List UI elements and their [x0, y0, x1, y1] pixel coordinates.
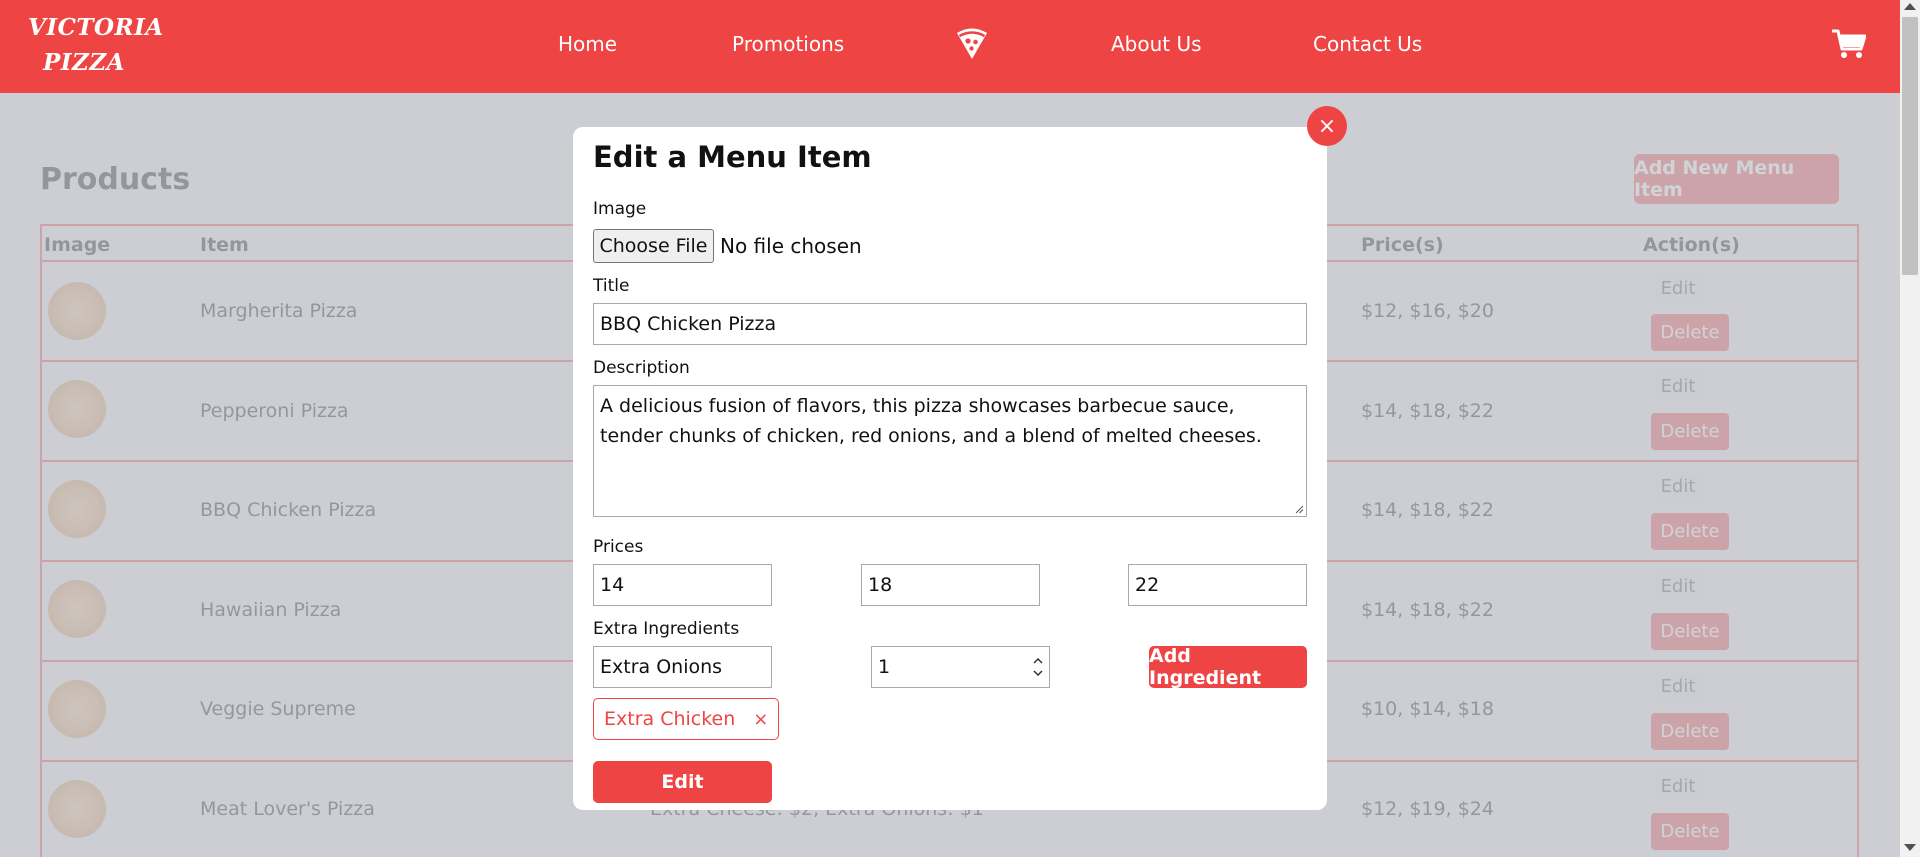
resize-grip-icon[interactable]: [1294, 504, 1304, 514]
nav-link-contact-us[interactable]: Contact Us: [1313, 31, 1422, 57]
extra-ingredient-price-input[interactable]: 1: [871, 646, 1050, 688]
description-textarea[interactable]: A delicious fusion of flavors, this pizz…: [593, 385, 1307, 517]
price-small-input[interactable]: 14: [593, 564, 772, 606]
pizza-slice-icon: [957, 28, 987, 59]
prices-label: Prices: [593, 537, 644, 557]
add-ingredient-button[interactable]: Add Ingredient: [1149, 645, 1307, 689]
logo-line-2: PIZZA: [43, 49, 125, 76]
price-large-input[interactable]: 22: [1128, 564, 1307, 606]
extra-ingredients-label: Extra Ingredients: [593, 619, 740, 639]
edit-menu-item-modal: Edit a Menu Item Image Choose File No fi…: [573, 127, 1327, 810]
image-label: Image: [593, 199, 647, 219]
title-input[interactable]: BBQ Chicken Pizza: [593, 303, 1307, 345]
nav-link-home[interactable]: Home: [558, 31, 617, 57]
description-label: Description: [593, 358, 690, 378]
chip-label: Extra Chicken: [604, 708, 736, 730]
navbar: VICTORIA PIZZA Home Promotions About Us …: [0, 0, 1900, 93]
choose-file-button[interactable]: Choose File: [593, 229, 714, 263]
submit-edit-button[interactable]: Edit: [593, 761, 772, 803]
file-status: No file chosen: [720, 234, 862, 258]
spin-down-icon[interactable]: [1033, 670, 1043, 676]
extra-price-value: 1: [878, 656, 891, 678]
description-text: A delicious fusion of flavors, this pizz…: [600, 395, 1262, 447]
scroll-up-arrow-icon[interactable]: [1904, 3, 1916, 10]
spin-up-icon[interactable]: [1033, 658, 1043, 664]
cart-icon[interactable]: [1832, 28, 1866, 60]
scroll-down-arrow-icon[interactable]: [1904, 844, 1916, 851]
ingredient-chip: Extra Chicken ×: [593, 698, 780, 740]
chip-remove-icon[interactable]: ×: [753, 709, 768, 730]
nav-link-about-us[interactable]: About Us: [1111, 31, 1202, 57]
modal-close-icon[interactable]: ×: [1307, 106, 1347, 146]
logo-line-1: VICTORIA: [28, 14, 164, 41]
scrollbar-thumb[interactable]: [1902, 17, 1918, 275]
number-spinner[interactable]: [1031, 651, 1045, 683]
title-label: Title: [593, 276, 630, 296]
nav-link-promotions[interactable]: Promotions: [732, 31, 844, 57]
extra-ingredient-name-input[interactable]: Extra Onions: [593, 646, 772, 688]
modal-title: Edit a Menu Item: [593, 140, 872, 174]
price-medium-input[interactable]: 18: [861, 564, 1040, 606]
image-file-input[interactable]: Choose File No file chosen: [593, 229, 862, 263]
brand-logo[interactable]: VICTORIA PIZZA: [28, 10, 164, 80]
